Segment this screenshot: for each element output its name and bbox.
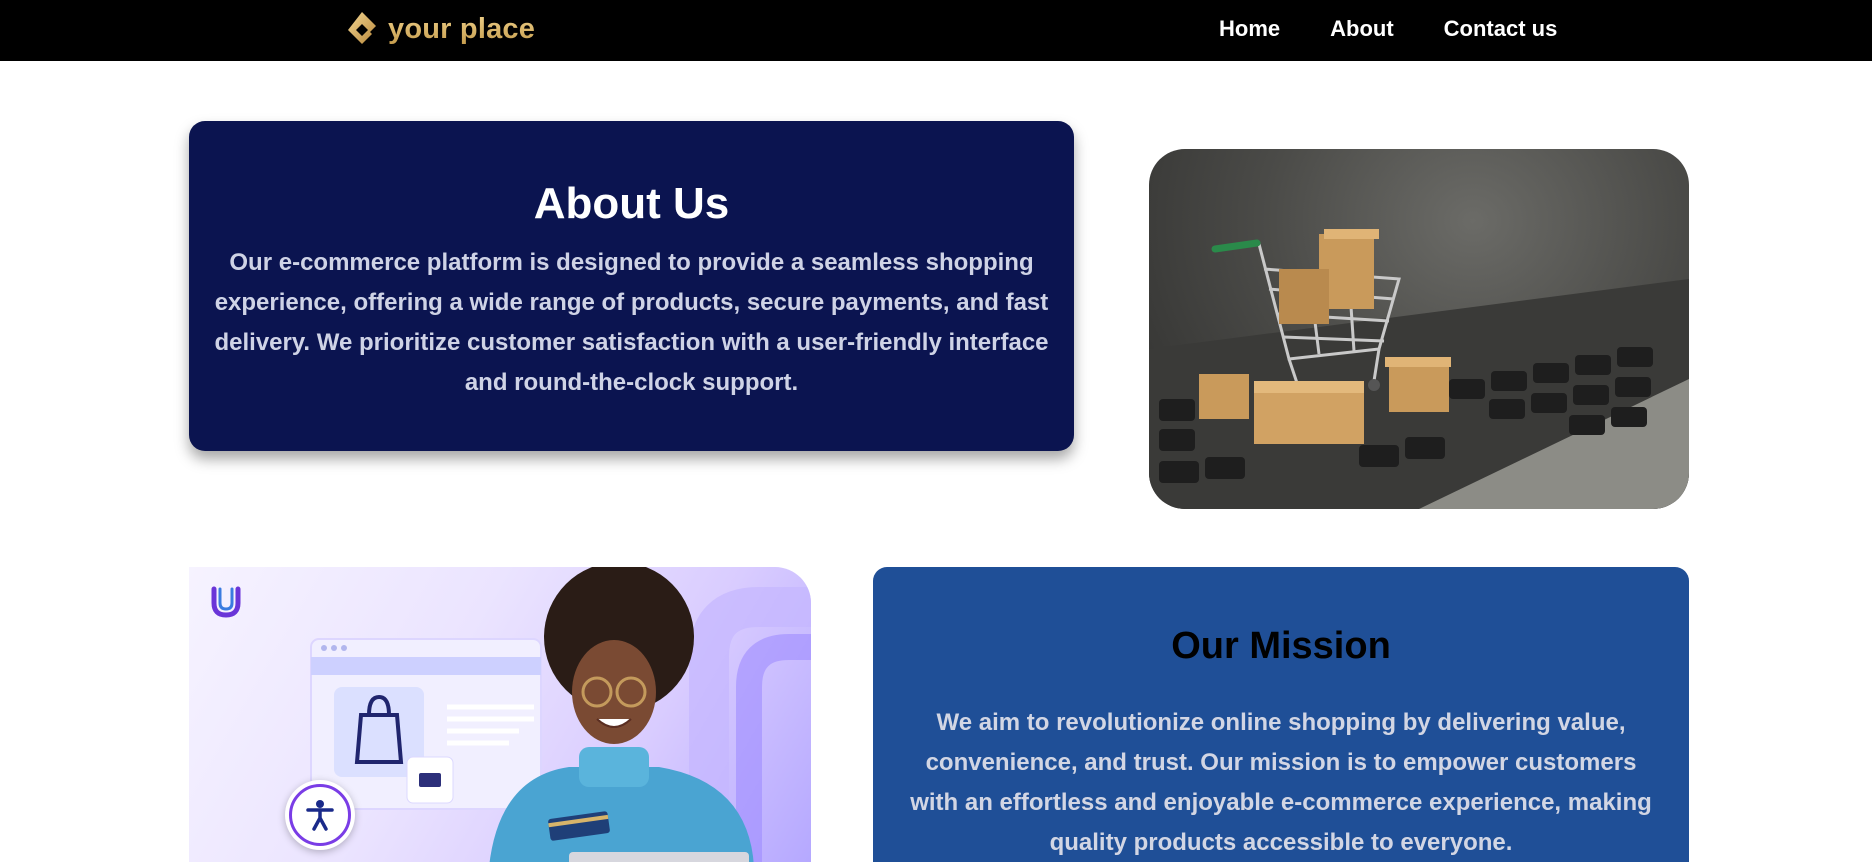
mission-description: We aim to revolutionize online shopping … bbox=[910, 709, 1652, 856]
navbar: your place Home About Contact us bbox=[0, 0, 1872, 61]
nav-contact-link[interactable]: Contact us bbox=[1444, 16, 1558, 42]
online-shopper-image bbox=[189, 567, 811, 862]
mission-title: Our Mission bbox=[1171, 625, 1391, 667]
woman-with-card-illustration bbox=[211, 567, 811, 862]
accessibility-icon bbox=[306, 800, 334, 831]
mission-card: Our Mission We aim to revolutionize onli… bbox=[873, 567, 1689, 862]
cart-on-laptop-illustration bbox=[1149, 229, 1689, 509]
main-nav: Home About Contact us bbox=[1219, 16, 1557, 42]
site-logo[interactable]: your place bbox=[342, 9, 535, 49]
logo-text: your place bbox=[388, 12, 536, 45]
accessibility-button[interactable] bbox=[285, 780, 355, 850]
diamond-logo-icon bbox=[348, 12, 376, 44]
about-card: About Us Our e-commerce platform is desi… bbox=[189, 121, 1074, 451]
nav-about-link[interactable]: About bbox=[1330, 16, 1394, 42]
about-title: About Us bbox=[533, 179, 730, 228]
nav-home-link[interactable]: Home bbox=[1219, 16, 1280, 42]
shopping-cart-image bbox=[1149, 149, 1689, 509]
u-logo-icon bbox=[211, 586, 241, 618]
about-description: Our e-commerce platform is designed to p… bbox=[214, 249, 1049, 396]
